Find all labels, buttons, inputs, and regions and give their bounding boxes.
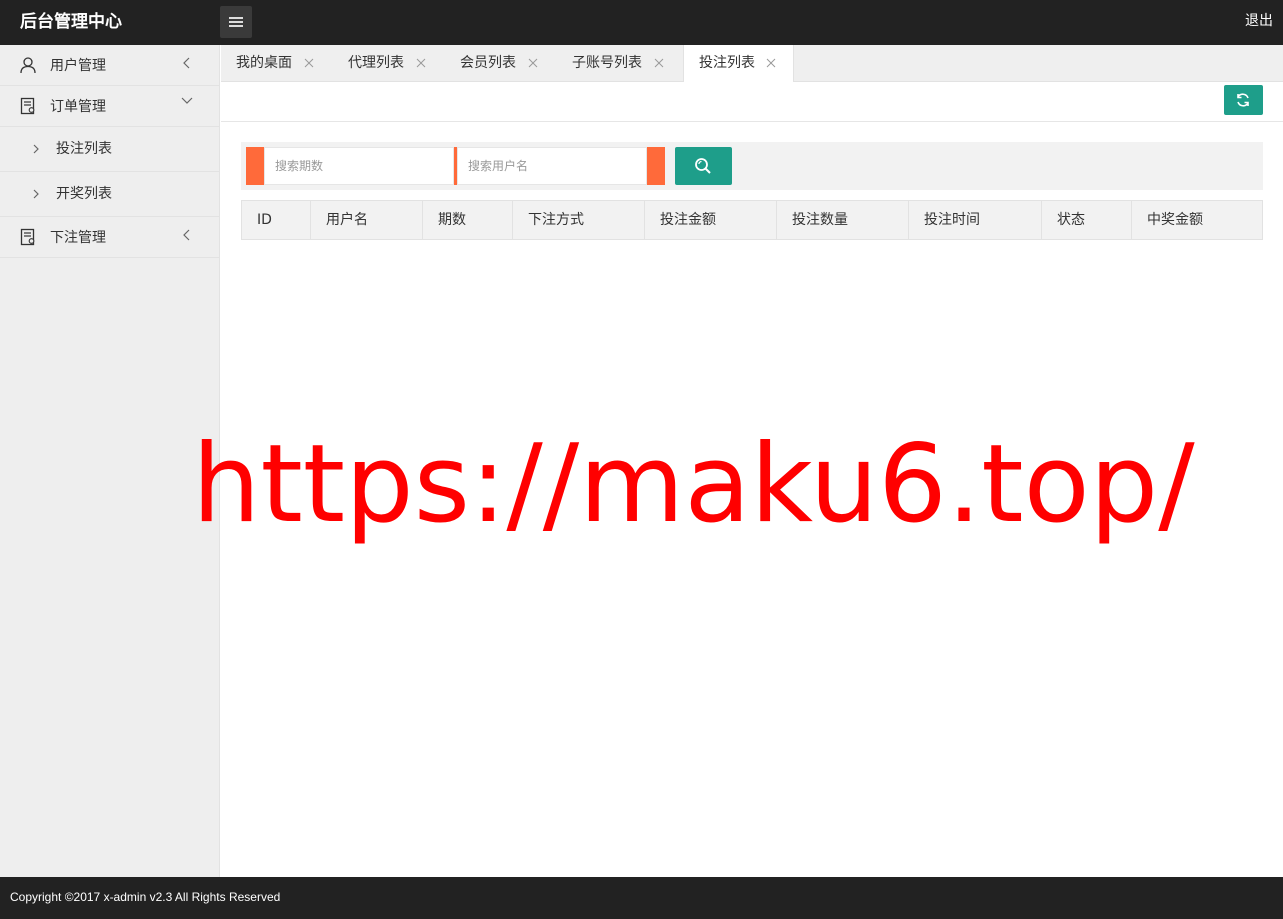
search-period-input[interactable] <box>264 147 454 185</box>
tab-label: 会员列表 <box>460 55 516 71</box>
column-header-period: 期数 <box>422 201 512 239</box>
hamburger-icon <box>229 17 243 27</box>
tab-subaccount-list[interactable]: 子账号列表 <box>557 45 683 82</box>
app-title: 后台管理中心 <box>20 12 122 32</box>
tab-my-desktop[interactable]: 我的桌面 <box>221 45 333 82</box>
chevron-right-icon <box>33 144 39 154</box>
chevron-left-icon <box>183 229 190 241</box>
chevron-down-icon <box>181 97 193 104</box>
sidebar-subitem-draw-list[interactable]: 开奖列表 <box>0 172 219 217</box>
refresh-icon <box>1237 93 1249 107</box>
search-accent-bar <box>246 147 264 185</box>
column-header-bet-amount: 投注金额 <box>644 201 776 239</box>
sidebar-item-label: 下注管理 <box>50 230 106 246</box>
sidebar-subitem-bet-list[interactable]: 投注列表 <box>0 127 219 172</box>
sidebar-item-label: 用户管理 <box>50 58 106 74</box>
sidebar-item-label: 订单管理 <box>50 99 106 115</box>
search-username-input[interactable] <box>457 147 647 185</box>
content-toolbar <box>221 82 1283 122</box>
column-header-bet-type: 下注方式 <box>512 201 644 239</box>
tab-label: 我的桌面 <box>236 55 292 71</box>
column-header-status: 状态 <box>1041 201 1131 239</box>
close-icon[interactable] <box>766 58 776 68</box>
sidebar-item-user-management[interactable]: 用户管理 <box>0 45 219 86</box>
menu-toggle-button[interactable] <box>220 6 252 38</box>
search-button[interactable] <box>675 147 732 185</box>
top-header: 后台管理中心 退出 <box>0 0 1283 45</box>
tab-member-list[interactable]: 会员列表 <box>445 45 557 82</box>
sidebar-item-label: 投注列表 <box>56 141 112 157</box>
sidebar-item-order-management[interactable]: 订单管理 <box>0 86 219 127</box>
column-header-bet-time: 投注时间 <box>908 201 1041 239</box>
tab-bet-list[interactable]: 投注列表 <box>683 45 794 83</box>
tab-bar: 我的桌面 代理列表 会员列表 子账号列表 投注列表 <box>221 45 1283 83</box>
search-panel <box>241 142 1263 190</box>
copyright-text: Copyright ©2017 x-admin v2.3 All Rights … <box>10 890 281 904</box>
watermark-url: https://maku6.top/ <box>192 422 1195 547</box>
close-icon[interactable] <box>304 58 314 68</box>
tab-label: 投注列表 <box>699 55 755 71</box>
document-icon <box>20 228 35 246</box>
close-icon[interactable] <box>416 58 426 68</box>
footer: Copyright ©2017 x-admin v2.3 All Rights … <box>0 877 1283 919</box>
tab-agent-list[interactable]: 代理列表 <box>333 45 445 82</box>
user-icon <box>20 57 36 74</box>
search-icon <box>695 158 711 174</box>
logout-link[interactable]: 退出 <box>1245 0 1273 45</box>
column-header-prize-amount: 中奖金额 <box>1131 201 1262 239</box>
column-header-id: ID <box>257 212 272 228</box>
search-accent-bar <box>647 147 665 185</box>
sidebar-item-bet-management[interactable]: 下注管理 <box>0 217 219 258</box>
tab-label: 子账号列表 <box>572 55 642 71</box>
bet-table-header: ID 用户名 期数 下注方式 投注金额 投注数量 投注时间 状态 中奖金额 <box>241 200 1263 240</box>
sidebar: 用户管理 订单管理 投注列表 开奖列表 下注管理 <box>0 45 220 877</box>
close-icon[interactable] <box>654 58 664 68</box>
chevron-right-icon <box>33 189 39 199</box>
document-icon <box>20 97 35 115</box>
refresh-button[interactable] <box>1224 85 1263 115</box>
close-icon[interactable] <box>528 58 538 68</box>
chevron-left-icon <box>183 57 190 69</box>
column-header-username: 用户名 <box>310 201 422 239</box>
tab-label: 代理列表 <box>348 55 404 71</box>
column-header-bet-count: 投注数量 <box>776 201 908 239</box>
sidebar-item-label: 开奖列表 <box>56 186 112 202</box>
